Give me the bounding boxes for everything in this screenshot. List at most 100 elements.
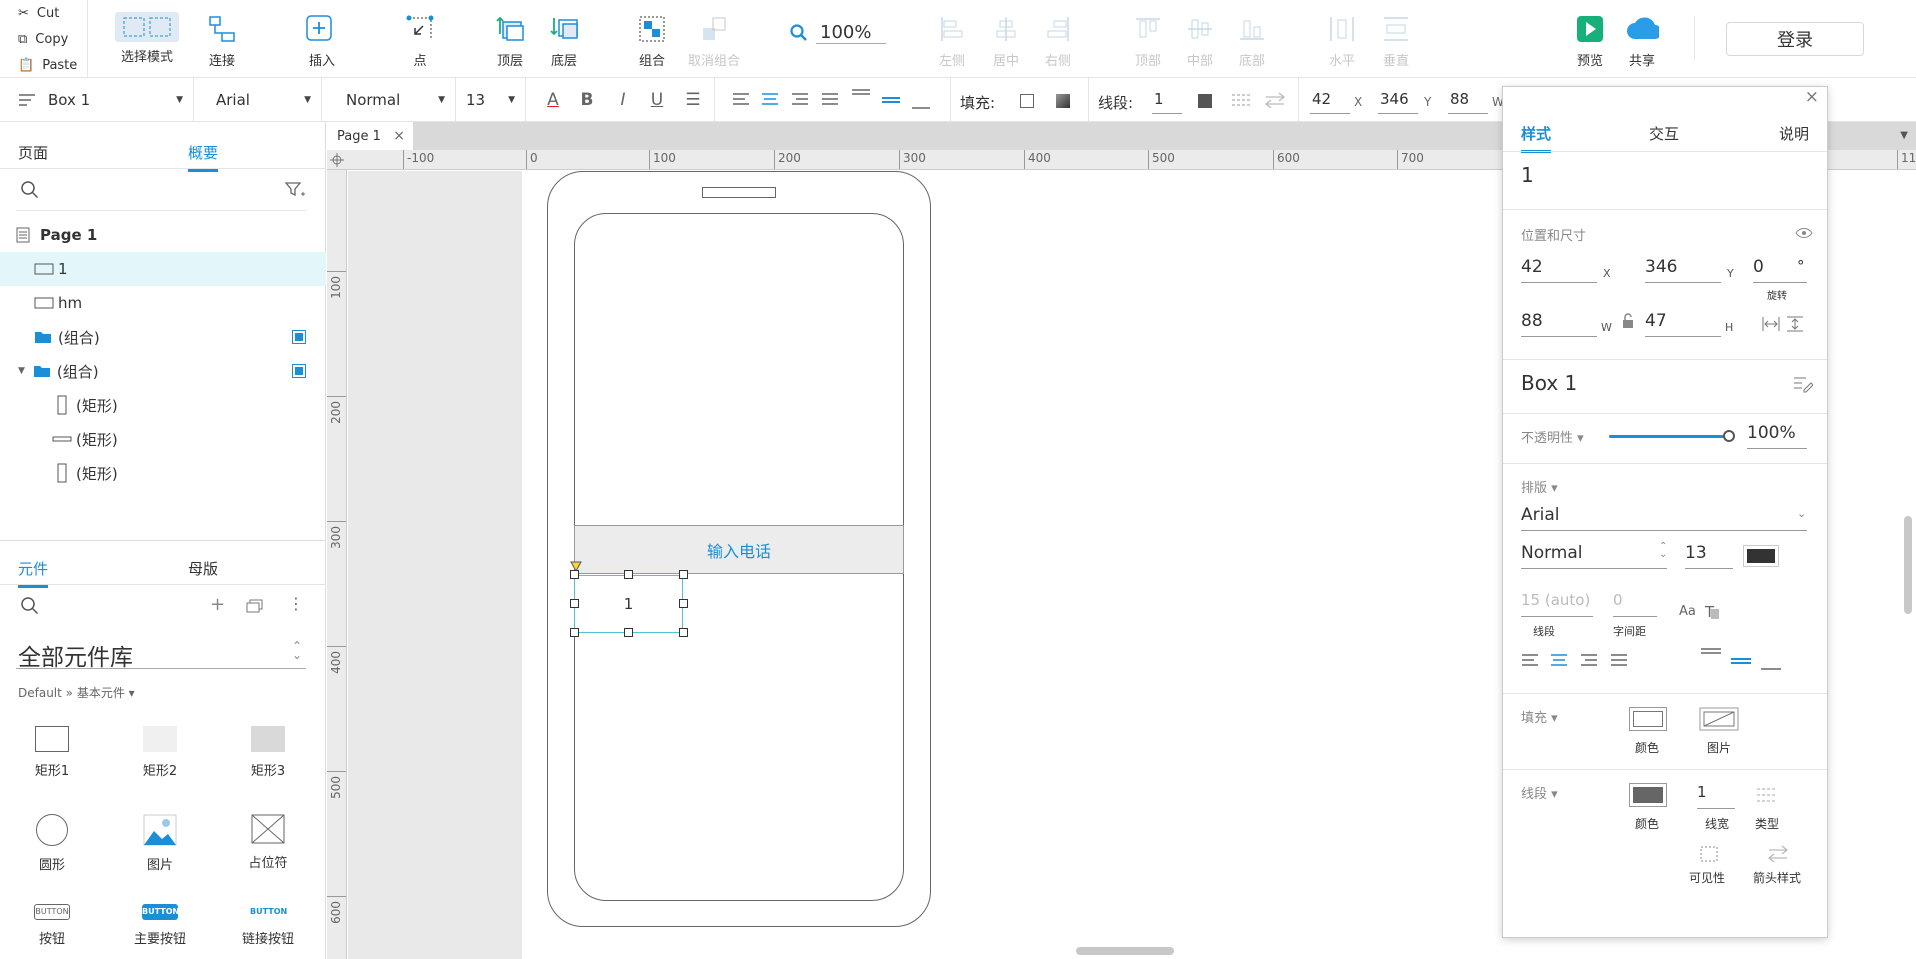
resize-handle[interactable] <box>570 628 579 637</box>
filter-icon[interactable] <box>284 180 306 200</box>
stroke-color-swatch[interactable] <box>1198 94 1212 108</box>
widget-circle[interactable]: 圆形 <box>2 814 102 873</box>
align-right-button[interactable]: 右侧 <box>1020 12 1096 70</box>
visibility-checkbox[interactable] <box>292 330 306 344</box>
lock-open-icon[interactable] <box>1621 313 1635 329</box>
underline-button[interactable]: U <box>646 90 668 110</box>
widget-image[interactable]: 图片 <box>110 814 210 873</box>
opacity-slider-knob[interactable] <box>1723 430 1735 442</box>
visibility-checkbox[interactable] <box>292 364 306 378</box>
horizontal-scrollbar[interactable] <box>1076 947 1174 955</box>
bullet-list-button[interactable]: ☰ <box>682 90 704 110</box>
line-height-input[interactable]: 15 (auto) <box>1521 591 1593 617</box>
copy-button[interactable]: ⧉ Copy <box>0 26 88 52</box>
text-align-icons[interactable] <box>732 92 856 108</box>
text-case-icon[interactable]: Aa T <box>1679 601 1723 621</box>
stroke-type-icon[interactable] <box>1755 785 1779 805</box>
align-bottom-button[interactable]: 底部 <box>1214 12 1290 70</box>
share-button[interactable]: 共享 <box>1604 12 1680 70</box>
phone-input-field[interactable]: 输入电话 <box>574 525 904 574</box>
fill-color-swatch[interactable] <box>1020 94 1034 108</box>
tab-masters[interactable]: 母版 <box>188 558 218 579</box>
expand-arrow-icon[interactable]: ▼ <box>18 366 25 376</box>
stepper-icon[interactable]: ⌃ ⌄ <box>1659 542 1667 560</box>
inspector-font-dropdown[interactable]: Arial <box>1521 505 1807 531</box>
outline-item-rect-a[interactable]: (矩形) <box>0 388 326 422</box>
font-dropdown[interactable]: Arial ▼ <box>194 78 322 122</box>
cut-button[interactable]: ✂ Cut <box>0 0 88 26</box>
tab-menu-chevron-icon[interactable]: ▼ <box>1900 130 1908 141</box>
distribute-vertical-button[interactable]: 垂直 <box>1358 12 1434 70</box>
resize-handle[interactable] <box>679 628 688 637</box>
opacity-input[interactable]: 100% <box>1747 423 1807 449</box>
close-icon[interactable]: × <box>1805 87 1819 107</box>
login-button[interactable]: 登录 <box>1726 22 1864 56</box>
resize-handle[interactable] <box>679 570 688 579</box>
vertical-align-icons[interactable] <box>850 88 940 112</box>
font-weight-dropdown[interactable]: Normal ▼ <box>322 78 456 122</box>
widget-link-button[interactable]: BUTTON 链接按钮 <box>218 904 318 947</box>
send-to-back-button[interactable]: 底层 <box>526 12 602 70</box>
fill-gradient-swatch[interactable] <box>1056 94 1070 108</box>
outline-item-group[interactable]: (组合) <box>0 320 326 354</box>
resize-handle[interactable] <box>624 628 633 637</box>
tab-page1[interactable]: Page 1 × <box>327 122 413 150</box>
widget-name-input[interactable]: 1 <box>1521 163 1534 187</box>
paste-button[interactable]: 📋 Paste <box>0 52 88 78</box>
arrow-style-icon[interactable] <box>1767 845 1789 863</box>
zoom-control[interactable]: 100% <box>790 22 886 44</box>
x-input[interactable]: 42 <box>1521 257 1597 283</box>
widget-button[interactable]: BUTTON 按钮 <box>2 904 102 947</box>
width-input[interactable]: 88 <box>1521 311 1597 337</box>
ungroup-button[interactable]: 取消组合 <box>676 12 752 70</box>
phone-speaker[interactable] <box>702 187 776 198</box>
widget-rectangle1[interactable]: 矩形1 <box>2 726 102 779</box>
outline-item-rect-b[interactable]: (矩形) <box>0 422 326 456</box>
widget-primary-button[interactable]: BUTTON 主要按钮 <box>110 904 210 947</box>
insert-button[interactable]: 插入 <box>284 12 360 70</box>
edit-style-icon[interactable] <box>1793 375 1813 393</box>
char-spacing-input[interactable]: 0 <box>1613 591 1657 617</box>
search-icon[interactable] <box>20 596 40 616</box>
library-manage-icon[interactable] <box>246 598 264 614</box>
opacity-slider[interactable] <box>1609 430 1735 442</box>
point-button[interactable]: 点 <box>382 12 458 70</box>
visibility-frame-icon[interactable] <box>1699 845 1719 863</box>
widget-rectangle2[interactable]: 矩形2 <box>110 726 210 779</box>
fit-width-icon[interactable] <box>1761 315 1781 333</box>
outline-item-rect-c[interactable]: (矩形) <box>0 456 326 490</box>
ruler-origin-icon[interactable] <box>329 152 345 168</box>
inspector-weight-dropdown[interactable]: Normal <box>1521 543 1667 569</box>
fill-color-swatch[interactable] <box>1629 707 1667 731</box>
w-input[interactable]: 88 <box>1448 86 1488 114</box>
x-input[interactable]: 42 <box>1310 86 1350 114</box>
resize-handle[interactable] <box>570 570 579 579</box>
stroke-width-input[interactable]: 1 <box>1152 86 1182 114</box>
library-select-icon[interactable]: ⌃ ⌄ <box>292 640 302 661</box>
resize-handle[interactable] <box>624 570 633 579</box>
tab-pages[interactable]: 页面 <box>18 142 48 163</box>
search-icon[interactable] <box>20 180 40 200</box>
stroke-width-input[interactable]: 1 <box>1697 783 1735 809</box>
library-path[interactable]: Default » 基本元件 ▾ <box>18 684 135 701</box>
tab-widgets[interactable]: 元件 <box>18 558 49 588</box>
add-library-icon[interactable]: + <box>210 594 225 615</box>
italic-button[interactable]: I <box>612 90 634 110</box>
bold-button[interactable]: B <box>576 90 598 110</box>
outline-item-box1[interactable]: 1 <box>0 252 326 286</box>
inspector-vertical-align-icons[interactable] <box>1699 647 1809 673</box>
stroke-color-swatch[interactable] <box>1629 783 1667 807</box>
vertical-scrollbar[interactable] <box>1904 516 1912 614</box>
text-color-button[interactable]: A <box>542 90 564 110</box>
fill-image-icon[interactable] <box>1699 707 1739 731</box>
inspector-size-input[interactable]: 13 <box>1685 543 1733 569</box>
tab-style[interactable]: 样式 <box>1521 123 1552 153</box>
outline-item-hm[interactable]: hm <box>0 286 326 320</box>
y-input[interactable]: 346 <box>1378 86 1418 114</box>
stroke-pattern-icon[interactable] <box>1230 92 1254 108</box>
y-input[interactable]: 346 <box>1645 257 1721 283</box>
outline-item-page[interactable]: Page 1 <box>0 218 326 252</box>
tab-notes[interactable]: 说明 <box>1779 123 1809 144</box>
height-input[interactable]: 47 <box>1645 311 1721 337</box>
widget-rectangle3[interactable]: 矩形3 <box>218 726 318 779</box>
